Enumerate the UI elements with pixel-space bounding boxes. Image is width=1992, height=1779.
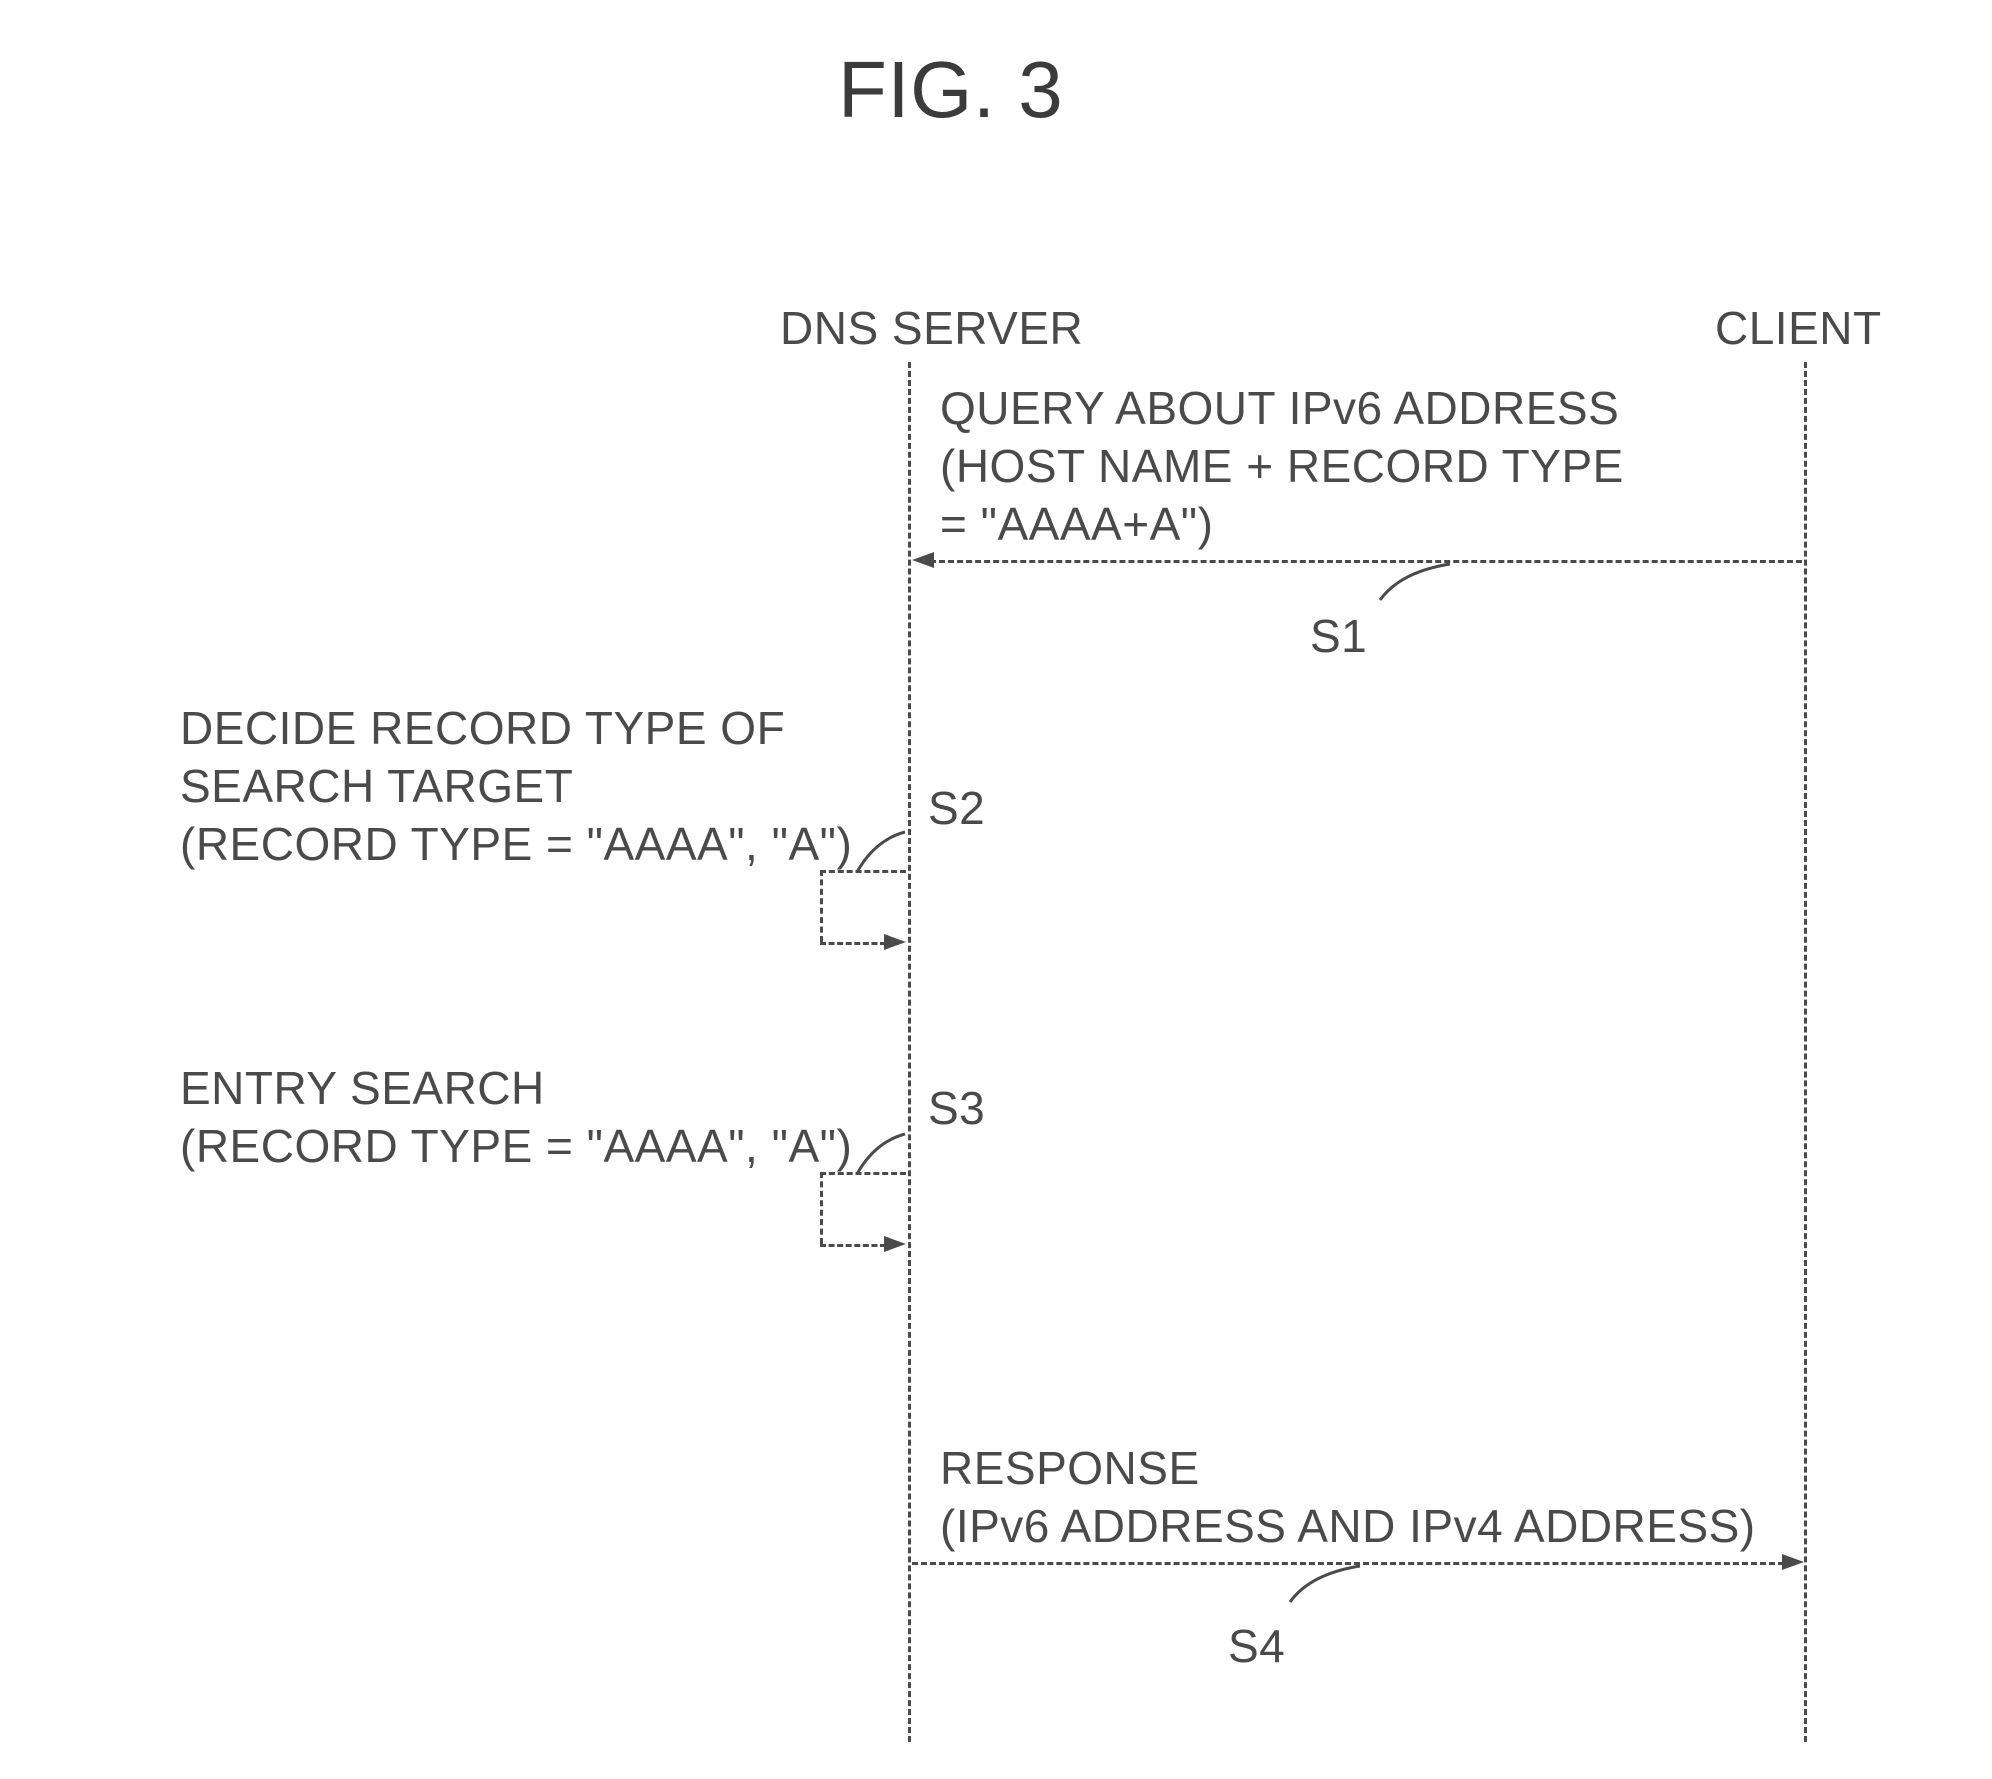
msg-s2-line2: SEARCH TARGET	[180, 758, 573, 816]
actor-client-label: CLIENT	[1715, 300, 1882, 358]
msg-s4-line1: RESPONSE	[940, 1440, 1200, 1498]
callout-curve-s2	[855, 830, 915, 878]
self-s3-head	[884, 1236, 906, 1252]
label-s2: S2	[928, 780, 985, 838]
callout-curve-s3	[855, 1132, 915, 1180]
self-s3-bottom	[820, 1244, 886, 1247]
actor-server-label: DNS SERVER	[780, 300, 1083, 358]
msg-s1-line1: QUERY ABOUT IPv6 ADDRESS	[940, 380, 1619, 438]
msg-s2-line1: DECIDE RECORD TYPE OF	[180, 700, 785, 758]
msg-s2-line3: (RECORD TYPE = "AAAA", "A")	[180, 816, 852, 874]
arrow-s1-head	[912, 552, 934, 568]
label-s1: S1	[1310, 608, 1367, 666]
self-s2-head	[884, 934, 906, 950]
self-s2-bottom	[820, 942, 886, 945]
self-s3-side	[820, 1172, 823, 1244]
msg-s3-line1: ENTRY SEARCH	[180, 1060, 545, 1118]
lifeline-client	[1804, 362, 1807, 1742]
msg-s1-line2: (HOST NAME + RECORD TYPE	[940, 438, 1624, 496]
msg-s3-line2: (RECORD TYPE = "AAAA", "A")	[180, 1118, 852, 1176]
msg-s1-line3: = "AAAA+A")	[940, 496, 1213, 554]
label-s3: S3	[928, 1080, 985, 1138]
figure-title: FIG. 3	[838, 40, 1063, 140]
self-s2-side	[820, 870, 823, 942]
label-s4: S4	[1228, 1618, 1285, 1676]
msg-s4-line2: (IPv6 ADDRESS AND IPv4 ADDRESS)	[940, 1498, 1756, 1556]
lifeline-server	[908, 362, 911, 1742]
callout-curve-s4	[1250, 1564, 1370, 1624]
sequence-diagram: FIG. 3 DNS SERVER CLIENT QUERY ABOUT IPv…	[0, 0, 1992, 1779]
arrow-s4-head	[1782, 1554, 1804, 1570]
